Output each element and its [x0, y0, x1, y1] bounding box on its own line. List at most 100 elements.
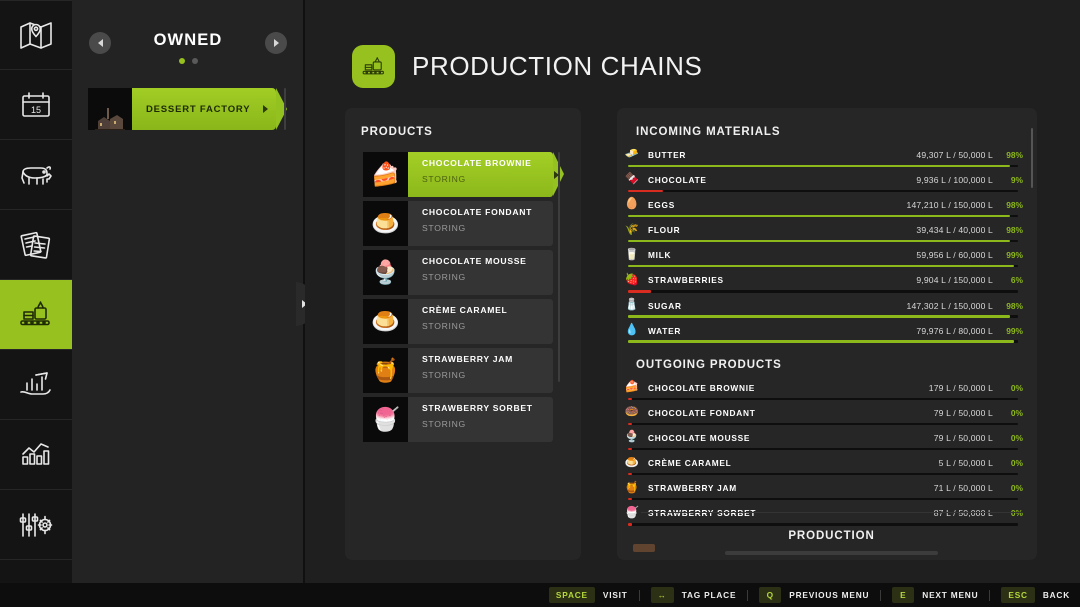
- product-name: CHOCOLATE MOUSSE: [422, 256, 527, 266]
- material-name: SUGAR: [648, 300, 682, 311]
- owned-page-dots: [72, 58, 304, 64]
- fill-bar-track: [628, 397, 1018, 401]
- production-chains-screen: 15 OWNED DESSERT FACTORY PRODUCTION CHAI…: [0, 0, 1080, 607]
- material-icon: 🧈: [624, 148, 640, 161]
- owned-scrollbar[interactable]: [284, 88, 286, 130]
- incoming-material-row[interactable]: 🍓 STRAWBERRIES 9,904 L / 150,000 L 6%: [623, 271, 1023, 296]
- sidebar-item-production[interactable]: [0, 280, 81, 350]
- page-dot[interactable]: [191, 58, 198, 64]
- keyboard-hint[interactable]: E NEXT MENU: [892, 587, 978, 603]
- hint-key: E: [892, 587, 915, 603]
- owned-next-button[interactable]: [265, 32, 287, 54]
- outgoing-product-row[interactable]: 🍰 CHOCOLATE BROWNIE 179 L / 50,000 L 0%: [623, 379, 1023, 404]
- product-body[interactable]: CHOCOLATE FONDANT STORING: [408, 201, 553, 246]
- sidebar-item-statistics[interactable]: [0, 420, 72, 490]
- fill-bar-track: [628, 290, 1018, 293]
- material-name: CRÈME CARAMEL: [648, 458, 732, 469]
- fill-bar-value: [628, 315, 1011, 318]
- incoming-material-row[interactable]: 🌾 FLOUR 39,434 L / 40,000 L 98%: [623, 221, 1023, 246]
- product-status: STORING: [422, 174, 466, 184]
- incoming-material-row[interactable]: 🧂 SUGAR 147,302 L / 150,000 L 98%: [623, 297, 1023, 322]
- product-row[interactable]: 🍨 CHOCOLATE MOUSSE STORING: [363, 250, 553, 295]
- production-icon: [352, 45, 395, 88]
- product-name: CHOCOLATE BROWNIE: [422, 158, 532, 168]
- fill-bar-track: [628, 340, 1018, 343]
- bottom-hint-bar: SPACE VISIT ↔ TAG PLACE Q PREVIOUS MENU E NEXT …: [0, 583, 1080, 607]
- material-name: BUTTER: [648, 150, 687, 160]
- sidebar-item-animals[interactable]: [0, 140, 72, 210]
- material-name: CHOCOLATE: [648, 175, 707, 186]
- fill-bar-value: [628, 447, 632, 451]
- sidebar-item-calendar[interactable]: 15: [0, 70, 72, 140]
- fill-bar-value: [628, 214, 1011, 218]
- product-row[interactable]: 🍰 CHOCOLATE BROWNIE STORING: [363, 152, 564, 197]
- hint-key: SPACE: [548, 587, 595, 603]
- outgoing-product-row[interactable]: 🍮 CRÈME CARAMEL 5 L / 50,000 L 0%: [623, 454, 1023, 479]
- product-body[interactable]: CRÈME CARAMEL STORING: [408, 299, 553, 344]
- outgoing-product-row[interactable]: 🍩 CHOCOLATE FONDANT 79 L / 50,000 L 0%: [623, 404, 1023, 429]
- fill-bar-track: [628, 189, 1018, 193]
- material-amount: 79 L / 50,000 L: [933, 408, 993, 419]
- hint-separator: [989, 589, 991, 601]
- product-thumbnail: 🍨: [363, 250, 408, 295]
- material-icon: 🍫: [624, 173, 640, 186]
- product-image-icon: 🍯: [371, 357, 400, 383]
- product-body[interactable]: STRAWBERRY SORBET STORING: [408, 397, 553, 442]
- product-row[interactable]: 🍧 STRAWBERRY SORBET STORING: [363, 397, 553, 442]
- incoming-material-row[interactable]: 🥚 EGGS 147,210 L / 150,000 L 98%: [623, 196, 1023, 221]
- products-list: 🍰 CHOCOLATE BROWNIE STORING 🍮 CHOCOLATE FOND…: [363, 152, 564, 446]
- product-body[interactable]: STRAWBERRY JAM STORING: [408, 348, 553, 393]
- incoming-material-row[interactable]: 🍫 CHOCOLATE 9,936 L / 100,000 L 9%: [623, 171, 1023, 196]
- sidebar-item-map[interactable]: [0, 0, 72, 70]
- keyboard-hint[interactable]: SPACE VISIT: [548, 587, 628, 603]
- product-name: STRAWBERRY SORBET: [422, 403, 533, 413]
- incoming-materials-list: 🧈 BUTTER 49,307 L / 50,000 L 98% 🍫 CHOCOLATE 9…: [623, 146, 1023, 347]
- product-body[interactable]: CHOCOLATE MOUSSE STORING: [408, 250, 553, 295]
- material-name: MILK: [648, 250, 672, 261]
- owned-entry-dessert-factory[interactable]: DESSERT FACTORY: [88, 88, 287, 130]
- material-name: CHOCOLATE BROWNIE: [648, 383, 756, 393]
- material-amount: 79 L / 50,000 L: [933, 433, 993, 444]
- sidebar-item-finances[interactable]: [0, 350, 72, 420]
- product-row[interactable]: 🍯 STRAWBERRY JAM STORING: [363, 348, 553, 393]
- sidebar-rail: 15: [0, 0, 81, 583]
- incoming-material-row[interactable]: 🧈 BUTTER 49,307 L / 50,000 L 98%: [623, 146, 1023, 171]
- material-name: STRAWBERRY JAM: [648, 483, 737, 494]
- keyboard-hint[interactable]: ↔ TAG PLACE: [650, 587, 737, 603]
- hint-label: BACK: [1042, 590, 1070, 600]
- product-row[interactable]: 🍮 CHOCOLATE FONDANT STORING: [363, 201, 553, 246]
- owned-entry-tag[interactable]: DESSERT FACTORY: [132, 88, 287, 130]
- incoming-material-row[interactable]: 💧 WATER 79,976 L / 80,000 L 99%: [623, 322, 1023, 347]
- fill-bar-value: [628, 397, 632, 401]
- product-body[interactable]: CHOCOLATE BROWNIE STORING: [408, 152, 564, 197]
- keyboard-hint[interactable]: ESC BACK: [1001, 587, 1070, 603]
- material-percent: 0%: [1010, 483, 1023, 494]
- outgoing-product-row[interactable]: 🍨 CHOCOLATE MOUSSE 79 L / 50,000 L 0%: [623, 429, 1023, 454]
- product-status: STORING: [422, 272, 466, 282]
- outgoing-product-row[interactable]: 🍯 STRAWBERRY JAM 71 L / 50,000 L 0%: [623, 479, 1023, 504]
- product-row[interactable]: 🍮 CRÈME CARAMEL STORING: [363, 299, 553, 344]
- products-scrollbar[interactable]: [558, 152, 560, 382]
- material-name: EGGS: [648, 200, 675, 211]
- page-dot[interactable]: [178, 58, 185, 64]
- owned-entry-label: DESSERT FACTORY: [146, 103, 251, 115]
- cow-icon: [18, 161, 54, 189]
- product-image-icon: 🍮: [371, 210, 400, 236]
- documents-icon: [20, 230, 52, 260]
- keyboard-hint[interactable]: Q PREVIOUS MENU: [759, 587, 869, 603]
- materials-scrollbar[interactable]: [1031, 128, 1033, 188]
- product-thumbnail: 🍧: [363, 397, 408, 442]
- material-name: CHOCOLATE MOUSSE: [648, 433, 751, 444]
- product-thumbnail: 🍮: [363, 299, 408, 344]
- production-title: PRODUCTION: [788, 530, 875, 542]
- hint-key: ↔: [650, 587, 674, 603]
- product-image-icon: 🍰: [371, 161, 400, 187]
- incoming-material-row[interactable]: 🥛 MILK 59,956 L / 60,000 L 99%: [623, 246, 1023, 271]
- calendar-icon: 15: [20, 90, 52, 120]
- chevron-right-icon: [263, 105, 268, 113]
- sidebar-item-contracts[interactable]: [0, 210, 72, 280]
- section-divider: [641, 512, 1022, 513]
- material-name: FLOUR: [648, 225, 681, 236]
- sidebar-item-settings[interactable]: [0, 490, 72, 560]
- fill-bar-value: [628, 472, 632, 476]
